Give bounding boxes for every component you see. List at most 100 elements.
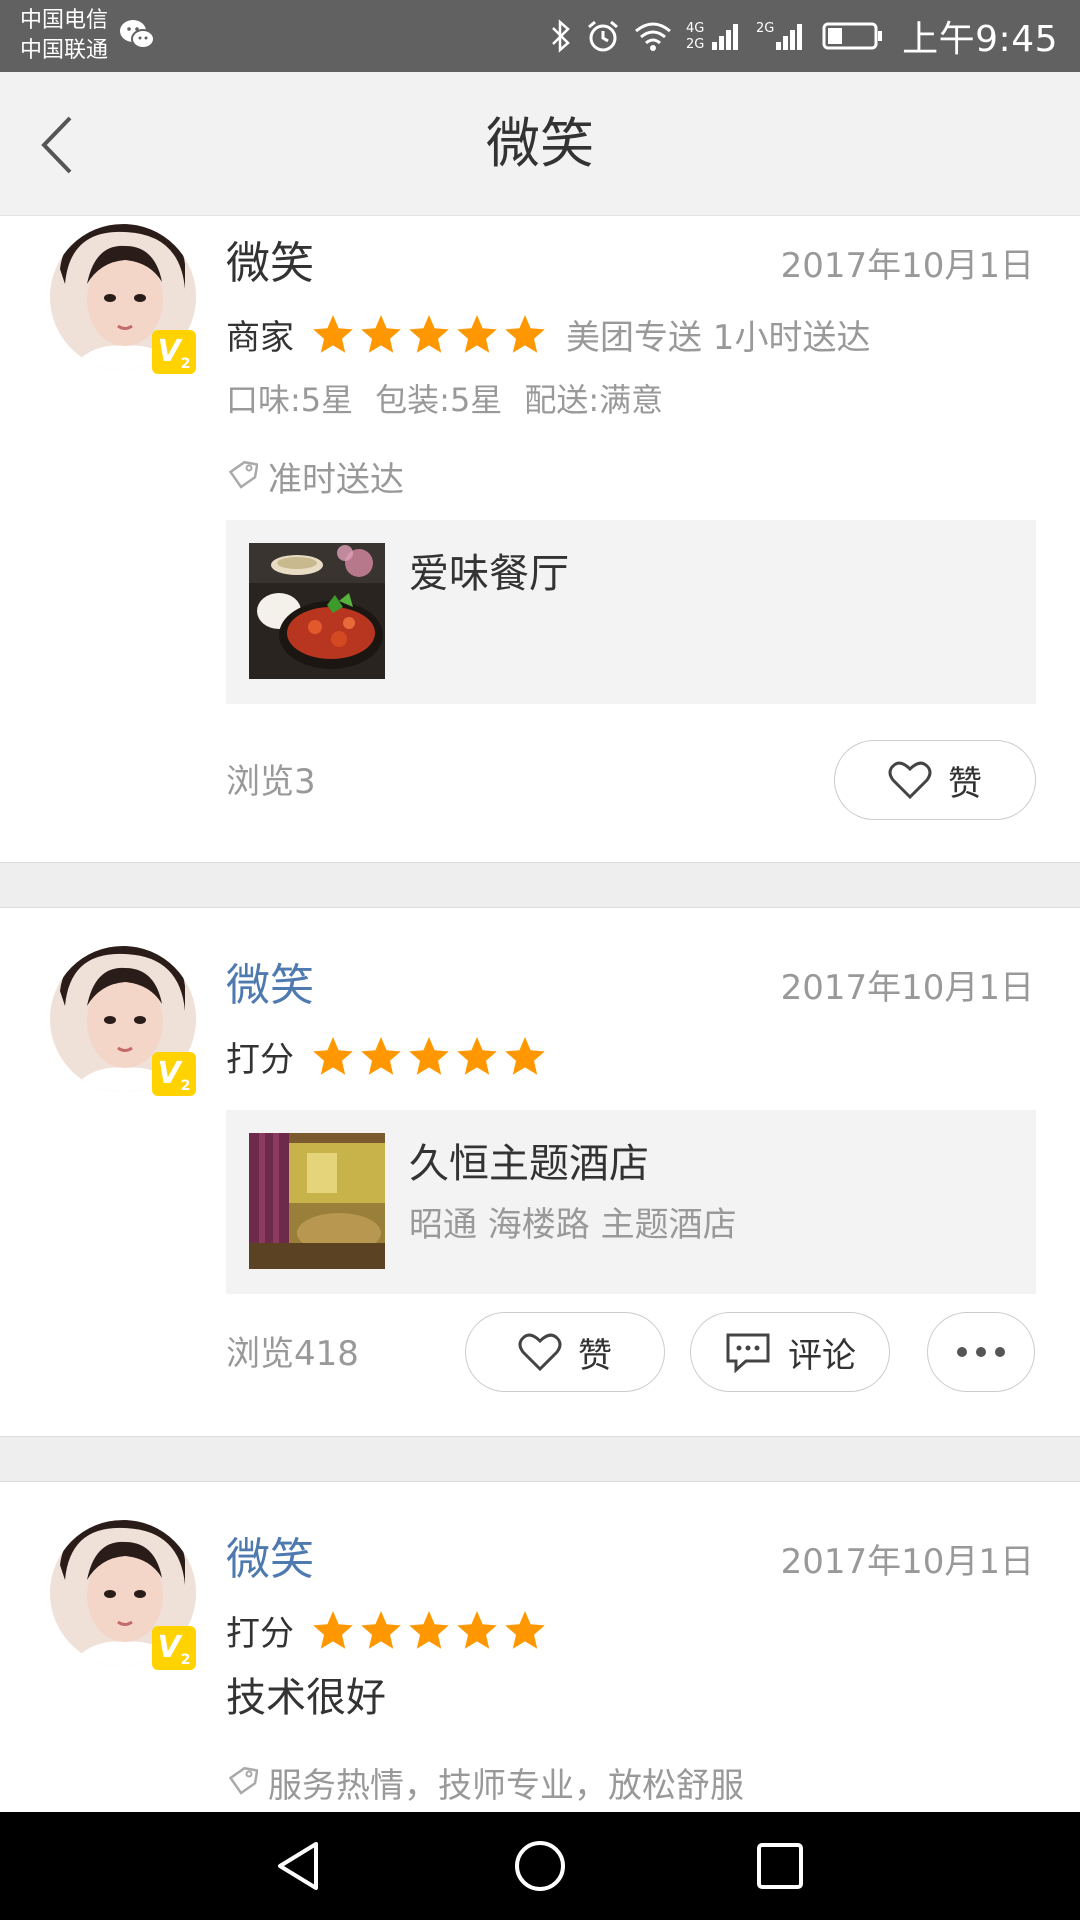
- comment-button[interactable]: 评论: [690, 1312, 890, 1392]
- star-icon: [409, 315, 449, 353]
- post-date: 2017年10月1日: [780, 1542, 1034, 1582]
- carrier-2: 中国联通: [20, 38, 109, 63]
- network-2-label: 2G: [756, 21, 774, 36]
- view-count: 浏览418: [226, 1334, 359, 1374]
- tag-text: 服务热情，技师专业，放松舒服: [268, 1765, 744, 1806]
- rating-label: 打分: [226, 1039, 294, 1080]
- delivery-info: 美团专送 1小时送达: [566, 317, 871, 358]
- star-rating: [312, 313, 546, 355]
- vip-badge-letter: V: [157, 1056, 181, 1091]
- heart-icon: [518, 1333, 562, 1372]
- star-icon: [361, 1037, 401, 1075]
- signal-1-icon: 4G 2G: [686, 21, 739, 52]
- tag-text: 准时送达: [268, 459, 404, 500]
- like-label: 赞: [948, 763, 982, 804]
- status-bar: 中国电信 中国联通 4G 2G 2G 上午9:45: [0, 0, 1080, 72]
- wechat-icon: [120, 20, 155, 49]
- username[interactable]: 微笑: [226, 958, 314, 1014]
- signal-2-icon: 2G: [756, 21, 803, 50]
- post-date: 2017年10月1日: [780, 246, 1034, 286]
- nav-recents-icon[interactable]: [752, 1838, 808, 1894]
- sub-rating-taste: 口味:5星: [226, 381, 354, 419]
- star-icon: [457, 315, 497, 353]
- star-icon: [361, 315, 401, 353]
- navigation-bar: [0, 1812, 1080, 1920]
- screen: 中国电信 中国联通 4G 2G 2G 上午9:45 微笑 V2 微笑 2017年…: [0, 0, 1080, 1920]
- review-card: V2 微笑 2017年10月1日 打分 技术很好 服务热情，技师专业，放松舒服: [0, 1482, 1080, 1812]
- star-icon: [457, 1611, 497, 1649]
- bluetooth-icon: [552, 19, 570, 53]
- comment-icon: [726, 1333, 770, 1373]
- username[interactable]: 微笑: [226, 1532, 314, 1588]
- carrier-1: 中国电信: [20, 8, 109, 33]
- review-card: V2 微笑 2017年10月1日 商家 美团专送 1小时送达 口味:5星 包装:…: [0, 216, 1080, 862]
- nav-back-icon[interactable]: [272, 1838, 328, 1894]
- wifi-icon: [635, 22, 672, 51]
- vip-badge: V2: [152, 330, 196, 374]
- card-separator: [0, 1436, 1080, 1482]
- star-icon: [313, 315, 353, 353]
- shop-card[interactable]: 爱味餐厅: [226, 520, 1036, 704]
- clock: 上午9:45: [902, 19, 1058, 60]
- post-date: 2017年10月1日: [780, 968, 1034, 1008]
- star-icon: [313, 1611, 353, 1649]
- tag-icon: [228, 460, 258, 489]
- like-label: 赞: [578, 1335, 612, 1376]
- star-icon: [361, 1611, 401, 1649]
- card-separator: [0, 862, 1080, 908]
- rating-row: 打分: [226, 1606, 546, 1654]
- vip-badge: V2: [152, 1052, 196, 1096]
- vip-badge-level: 2: [180, 356, 191, 372]
- like-button[interactable]: 赞: [834, 740, 1036, 820]
- vip-badge-letter: V: [157, 1630, 181, 1665]
- rating-label: 打分: [226, 1613, 294, 1654]
- more-dots-icon: [957, 1347, 1005, 1357]
- review-text: 技术很好: [226, 1675, 386, 1721]
- rating-label: 商家: [226, 317, 294, 358]
- star-icon: [409, 1037, 449, 1075]
- star-icon: [457, 1037, 497, 1075]
- more-button[interactable]: [927, 1312, 1035, 1392]
- status-icons: 4G 2G 2G 上午9:45: [550, 0, 1058, 72]
- star-rating: [312, 1609, 546, 1651]
- heart-icon: [888, 761, 932, 800]
- tag-icon: [228, 1766, 258, 1795]
- vip-badge: V2: [152, 1626, 196, 1670]
- comment-label: 评论: [788, 1335, 856, 1376]
- review-card: V2 微笑 2017年10月1日 打分 久恒主题酒店 昭通 海楼路 主题酒店 浏…: [0, 908, 1080, 1436]
- shop-name: 爱味餐厅: [409, 551, 569, 597]
- title-bar: 微笑: [0, 72, 1080, 216]
- page-title: 微笑: [486, 112, 594, 175]
- shop-thumbnail: [249, 1133, 385, 1269]
- vip-badge-level: 2: [180, 1652, 191, 1668]
- star-icon: [505, 315, 545, 353]
- username[interactable]: 微笑: [226, 236, 314, 292]
- shop-location: 昭通 海楼路 主题酒店: [409, 1205, 737, 1245]
- shop-thumbnail: [249, 543, 385, 679]
- star-icon: [505, 1037, 545, 1075]
- carrier-names: 中国电信 中国联通: [20, 6, 108, 66]
- tag-row: 服务热情，技师专业，放松舒服: [226, 1758, 744, 1806]
- shop-card[interactable]: 久恒主题酒店 昭通 海楼路 主题酒店: [226, 1110, 1036, 1294]
- network-1b-label: 2G: [686, 37, 704, 52]
- sub-rating-delivery: 配送:满意: [524, 381, 664, 419]
- shop-name: 久恒主题酒店: [409, 1141, 649, 1187]
- review-feed[interactable]: V2 微笑 2017年10月1日 商家 美团专送 1小时送达 口味:5星 包装:…: [0, 216, 1080, 1812]
- rating-row: 商家 美团专送 1小时送达: [226, 310, 870, 358]
- rating-row: 打分: [226, 1032, 546, 1080]
- star-icon: [505, 1611, 545, 1649]
- star-icon: [409, 1611, 449, 1649]
- vip-badge-letter: V: [157, 334, 181, 369]
- hotel-photo-icon: [249, 1133, 385, 1269]
- battery-icon: [822, 22, 883, 50]
- food-photo-icon: [249, 543, 385, 679]
- nav-home-icon[interactable]: [512, 1838, 568, 1894]
- tag-row: 准时送达: [226, 452, 404, 500]
- like-button[interactable]: 赞: [465, 1312, 665, 1392]
- alarm-icon: [588, 20, 619, 52]
- star-rating: [312, 1035, 546, 1077]
- star-icon: [313, 1037, 353, 1075]
- view-count: 浏览3: [226, 762, 316, 802]
- vip-badge-level: 2: [180, 1078, 191, 1094]
- sub-ratings-row: 口味:5星 包装:5星 配送:满意: [226, 374, 685, 422]
